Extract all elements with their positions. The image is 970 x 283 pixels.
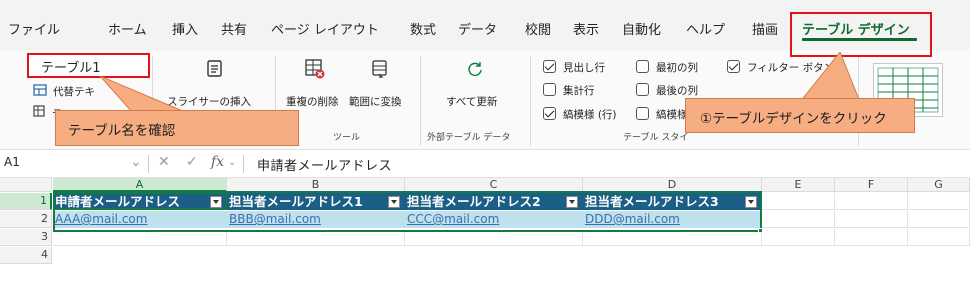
column-header-g[interactable]: G — [908, 178, 970, 192]
resize-table-icon — [33, 105, 47, 122]
fill-handle[interactable] — [758, 228, 763, 233]
cell-g2[interactable] — [908, 211, 970, 228]
tab-review[interactable]: 校閲 — [525, 19, 551, 38]
tab-share[interactable]: 共有 — [221, 19, 247, 38]
row-header-1[interactable]: 1 — [0, 193, 52, 210]
table-name-value: テーブル1 — [41, 61, 101, 76]
last-column-label: 最後の列 — [656, 85, 698, 97]
selected-cell-outline — [53, 192, 227, 210]
table-design-highlight — [790, 12, 932, 57]
column-header-f[interactable]: F — [835, 178, 908, 192]
banded-columns-label: 縞模様 — [656, 109, 688, 121]
row-header-4[interactable]: 4 — [0, 247, 52, 264]
worksheet-grid: A B C D E F G 1 2 3 4 申請者メールアドレス 担当者メールア… — [0, 178, 970, 283]
column-header-b[interactable]: B — [227, 178, 405, 192]
chevron-down-icon[interactable]: ⌄ — [130, 154, 142, 170]
first-column-checkbox[interactable] — [636, 60, 649, 73]
refresh-all-icon — [466, 60, 484, 81]
column-header-c[interactable]: C — [405, 178, 583, 192]
cell-f2[interactable] — [835, 211, 908, 228]
external-data-group-label: 外部テーブル データ — [427, 133, 511, 143]
table-name-input[interactable]: テーブル1 — [27, 53, 150, 78]
total-row-label: 集計行 — [563, 85, 595, 97]
tab-page-layout[interactable]: ページ レイアウト — [271, 19, 379, 38]
callout-table-name: テーブル名を確認 — [55, 110, 299, 146]
filter-button-checkbox[interactable] — [727, 60, 740, 73]
column-header-d[interactable]: D — [583, 178, 762, 192]
first-column-label: 最初の列 — [656, 62, 698, 74]
column-header-a[interactable]: A — [53, 178, 227, 192]
alt-text-icon — [33, 83, 47, 100]
callout-tail-right — [799, 52, 861, 102]
tab-data[interactable]: データ — [458, 19, 497, 38]
tab-formulas[interactable]: 数式 — [410, 19, 436, 38]
banded-rows-checkbox[interactable] — [543, 107, 556, 120]
callout-table-design-text: ①テーブルデザインをクリック — [700, 111, 887, 127]
style-options-group-label: テーブル スタイ — [623, 133, 689, 143]
convert-to-range-icon — [370, 59, 390, 82]
tab-help[interactable]: ヘルプ — [686, 19, 725, 38]
convert-to-range-button[interactable]: 範囲に変換 — [349, 94, 402, 109]
select-all-corner[interactable] — [0, 178, 52, 192]
name-box[interactable]: A1 — [4, 155, 20, 169]
column-header-e[interactable]: E — [762, 178, 835, 192]
tab-home[interactable]: ホーム — [108, 19, 147, 38]
callout-table-name-text: テーブル名を確認 — [68, 123, 176, 139]
row-header-3[interactable]: 3 — [0, 229, 52, 246]
row-header-2[interactable]: 2 — [0, 211, 52, 228]
cancel-icon[interactable]: ✕ — [158, 154, 170, 170]
tab-file[interactable]: ファイル — [8, 19, 60, 38]
alt-text-label[interactable]: 代替テキ — [53, 84, 95, 99]
enter-icon[interactable]: ✓ — [186, 154, 198, 170]
cell-g1[interactable] — [908, 193, 970, 210]
last-column-checkbox[interactable] — [636, 83, 649, 96]
tools-group-label: ツール — [333, 133, 361, 143]
cell-f3[interactable] — [835, 229, 908, 246]
formula-bar: A1 ⌄ ✕ ✓ fx ⌄ 申請者メールアドレス — [0, 150, 970, 178]
header-row-label: 見出し行 — [563, 62, 605, 74]
fx-chevron-icon[interactable]: ⌄ — [228, 157, 236, 168]
tab-draw[interactable]: 描画 — [752, 19, 778, 38]
callout-table-design: ①テーブルデザインをクリック — [685, 98, 915, 133]
group-separator — [530, 56, 531, 146]
tab-automate[interactable]: 自動化 — [622, 19, 661, 38]
tab-insert[interactable]: 挿入 — [172, 19, 198, 38]
slicer-icon — [205, 59, 225, 82]
cell-g3[interactable] — [908, 229, 970, 246]
formula-bar-separator — [243, 155, 244, 173]
formula-bar-separator — [148, 155, 149, 173]
cell-e3[interactable] — [762, 229, 835, 246]
tab-view[interactable]: 表示 — [573, 19, 599, 38]
remove-duplicates-icon — [304, 58, 326, 83]
cell-e1[interactable] — [762, 193, 835, 210]
banded-rows-label: 縞模様 (行) — [563, 109, 617, 121]
total-row-checkbox[interactable] — [543, 83, 556, 96]
remove-duplicates-button[interactable]: 重複の削除 — [286, 94, 339, 109]
formula-input[interactable]: 申請者メールアドレス — [257, 155, 392, 174]
cell-e2[interactable] — [762, 211, 835, 228]
header-row-checkbox[interactable] — [543, 60, 556, 73]
group-separator — [420, 56, 421, 146]
function-icon[interactable]: fx — [211, 154, 224, 170]
banded-columns-checkbox[interactable] — [636, 107, 649, 120]
cell-f1[interactable] — [835, 193, 908, 210]
refresh-all-button[interactable]: すべて更新 — [446, 94, 497, 109]
